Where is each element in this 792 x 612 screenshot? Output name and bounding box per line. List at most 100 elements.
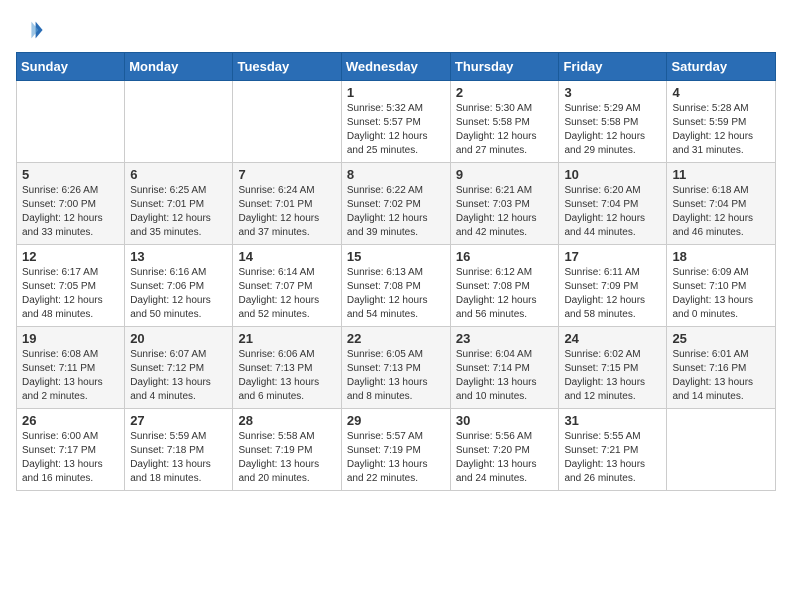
day-content: Sunrise: 5:28 AM Sunset: 5:59 PM Dayligh… xyxy=(672,102,770,158)
day-number: 12 xyxy=(22,249,119,264)
weekday-header-sunday: Sunday xyxy=(17,53,125,81)
calendar-cell: 11Sunrise: 6:18 AM Sunset: 7:04 PM Dayli… xyxy=(667,163,776,245)
calendar-cell: 19 Sunrise: 6:08 AM Sunset: 7:11 PM Dayli… xyxy=(17,327,125,409)
day-content: Sunrise: 6:17 AM Sunset: 7:05 PM Dayligh… xyxy=(22,266,119,322)
day-content: Sunrise: 5:55 AM Sunset: 7:21 PM Dayligh… xyxy=(564,430,661,486)
day-number: 24 xyxy=(564,331,661,346)
page-header xyxy=(16,16,776,44)
weekday-header-tuesday: Tuesday xyxy=(233,53,341,81)
calendar-cell: 22 Sunrise: 6:05 AM Sunset: 7:13 PM Dayli… xyxy=(341,327,450,409)
calendar-cell: 13 Sunrise: 6:16 AM Sunset: 7:06 PM Dayli… xyxy=(125,245,233,327)
day-number: 1 xyxy=(347,85,445,100)
calendar-week-3: 12 Sunrise: 6:17 AM Sunset: 7:05 PM Dayli… xyxy=(17,245,776,327)
calendar-cell xyxy=(17,81,125,163)
day-number: 17 xyxy=(564,249,661,264)
calendar-cell: 30 Sunrise: 5:56 AM Sunset: 7:20 PM Dayli… xyxy=(450,409,559,491)
day-content: Sunrise: 6:25 AM Sunset: 7:01 PM Dayligh… xyxy=(130,184,227,240)
calendar-cell: 1 Sunrise: 5:32 AM Sunset: 5:57 PM Daylig… xyxy=(341,81,450,163)
day-content: Sunrise: 5:30 AM Sunset: 5:58 PM Dayligh… xyxy=(456,102,554,158)
calendar-week-4: 19 Sunrise: 6:08 AM Sunset: 7:11 PM Dayli… xyxy=(17,327,776,409)
calendar-cell: 3 Sunrise: 5:29 AM Sunset: 5:58 PM Daylig… xyxy=(559,81,667,163)
day-content: Sunrise: 5:29 AM Sunset: 5:58 PM Dayligh… xyxy=(564,102,661,158)
weekday-header-wednesday: Wednesday xyxy=(341,53,450,81)
day-number: 25 xyxy=(672,331,770,346)
calendar-cell xyxy=(233,81,341,163)
day-content: Sunrise: 6:02 AM Sunset: 7:15 PM Dayligh… xyxy=(564,348,661,404)
day-number: 4 xyxy=(672,85,770,100)
logo-icon xyxy=(16,16,44,44)
logo xyxy=(16,16,48,44)
day-content: Sunrise: 6:04 AM Sunset: 7:14 PM Dayligh… xyxy=(456,348,554,404)
calendar-cell: 26 Sunrise: 6:00 AM Sunset: 7:17 PM Dayli… xyxy=(17,409,125,491)
calendar-cell: 29 Sunrise: 5:57 AM Sunset: 7:19 PM Dayli… xyxy=(341,409,450,491)
day-number: 29 xyxy=(347,413,445,428)
weekday-header-row: SundayMondayTuesdayWednesdayThursdayFrid… xyxy=(17,53,776,81)
day-content: Sunrise: 6:00 AM Sunset: 7:17 PM Dayligh… xyxy=(22,430,119,486)
day-content: Sunrise: 6:26 AM Sunset: 7:00 PM Dayligh… xyxy=(22,184,119,240)
day-content: Sunrise: 6:01 AM Sunset: 7:16 PM Dayligh… xyxy=(672,348,770,404)
calendar-cell: 21 Sunrise: 6:06 AM Sunset: 7:13 PM Dayli… xyxy=(233,327,341,409)
weekday-header-thursday: Thursday xyxy=(450,53,559,81)
day-content: Sunrise: 6:06 AM Sunset: 7:13 PM Dayligh… xyxy=(238,348,335,404)
calendar-cell: 12 Sunrise: 6:17 AM Sunset: 7:05 PM Dayli… xyxy=(17,245,125,327)
calendar-body: 1 Sunrise: 5:32 AM Sunset: 5:57 PM Daylig… xyxy=(17,81,776,491)
day-content: Sunrise: 6:12 AM Sunset: 7:08 PM Dayligh… xyxy=(456,266,554,322)
calendar-cell: 27 Sunrise: 5:59 AM Sunset: 7:18 PM Dayli… xyxy=(125,409,233,491)
calendar-cell: 9 Sunrise: 6:21 AM Sunset: 7:03 PM Daylig… xyxy=(450,163,559,245)
calendar-cell: 18 Sunrise: 6:09 AM Sunset: 7:10 PM Dayli… xyxy=(667,245,776,327)
calendar-cell: 6Sunrise: 6:25 AM Sunset: 7:01 PM Daylig… xyxy=(125,163,233,245)
day-number: 7 xyxy=(238,167,335,182)
day-number: 16 xyxy=(456,249,554,264)
calendar-cell: 17Sunrise: 6:11 AM Sunset: 7:09 PM Dayli… xyxy=(559,245,667,327)
day-content: Sunrise: 5:59 AM Sunset: 7:18 PM Dayligh… xyxy=(130,430,227,486)
day-number: 9 xyxy=(456,167,554,182)
day-content: Sunrise: 6:24 AM Sunset: 7:01 PM Dayligh… xyxy=(238,184,335,240)
calendar-cell: 4 Sunrise: 5:28 AM Sunset: 5:59 PM Daylig… xyxy=(667,81,776,163)
day-number: 23 xyxy=(456,331,554,346)
weekday-header-monday: Monday xyxy=(125,53,233,81)
day-number: 13 xyxy=(130,249,227,264)
day-number: 8 xyxy=(347,167,445,182)
day-number: 19 xyxy=(22,331,119,346)
calendar-cell: 10 Sunrise: 6:20 AM Sunset: 7:04 PM Dayli… xyxy=(559,163,667,245)
day-number: 30 xyxy=(456,413,554,428)
calendar-cell: 5 Sunrise: 6:26 AM Sunset: 7:00 PM Daylig… xyxy=(17,163,125,245)
day-number: 27 xyxy=(130,413,227,428)
day-content: Sunrise: 5:32 AM Sunset: 5:57 PM Dayligh… xyxy=(347,102,445,158)
calendar-cell: 28 Sunrise: 5:58 AM Sunset: 7:19 PM Dayli… xyxy=(233,409,341,491)
day-number: 22 xyxy=(347,331,445,346)
day-number: 15 xyxy=(347,249,445,264)
day-content: Sunrise: 6:13 AM Sunset: 7:08 PM Dayligh… xyxy=(347,266,445,322)
day-content: Sunrise: 6:14 AM Sunset: 7:07 PM Dayligh… xyxy=(238,266,335,322)
day-number: 3 xyxy=(564,85,661,100)
day-content: Sunrise: 6:22 AM Sunset: 7:02 PM Dayligh… xyxy=(347,184,445,240)
day-content: Sunrise: 6:18 AM Sunset: 7:04 PM Dayligh… xyxy=(672,184,770,240)
day-number: 5 xyxy=(22,167,119,182)
day-number: 28 xyxy=(238,413,335,428)
calendar-cell: 20 Sunrise: 6:07 AM Sunset: 7:12 PM Dayli… xyxy=(125,327,233,409)
day-content: Sunrise: 5:56 AM Sunset: 7:20 PM Dayligh… xyxy=(456,430,554,486)
day-content: Sunrise: 6:07 AM Sunset: 7:12 PM Dayligh… xyxy=(130,348,227,404)
day-content: Sunrise: 5:58 AM Sunset: 7:19 PM Dayligh… xyxy=(238,430,335,486)
day-number: 2 xyxy=(456,85,554,100)
day-content: Sunrise: 6:05 AM Sunset: 7:13 PM Dayligh… xyxy=(347,348,445,404)
day-content: Sunrise: 5:57 AM Sunset: 7:19 PM Dayligh… xyxy=(347,430,445,486)
calendar-cell: 31 Sunrise: 5:55 AM Sunset: 7:21 PM Dayli… xyxy=(559,409,667,491)
calendar-cell: 23 Sunrise: 6:04 AM Sunset: 7:14 PM Dayli… xyxy=(450,327,559,409)
day-content: Sunrise: 6:16 AM Sunset: 7:06 PM Dayligh… xyxy=(130,266,227,322)
day-number: 21 xyxy=(238,331,335,346)
day-number: 26 xyxy=(22,413,119,428)
day-number: 10 xyxy=(564,167,661,182)
calendar-cell xyxy=(667,409,776,491)
calendar-cell: 25 Sunrise: 6:01 AM Sunset: 7:16 PM Dayli… xyxy=(667,327,776,409)
day-content: Sunrise: 6:09 AM Sunset: 7:10 PM Dayligh… xyxy=(672,266,770,322)
day-content: Sunrise: 6:20 AM Sunset: 7:04 PM Dayligh… xyxy=(564,184,661,240)
weekday-header-saturday: Saturday xyxy=(667,53,776,81)
weekday-header-friday: Friday xyxy=(559,53,667,81)
calendar-cell xyxy=(125,81,233,163)
day-number: 18 xyxy=(672,249,770,264)
day-content: Sunrise: 6:08 AM Sunset: 7:11 PM Dayligh… xyxy=(22,348,119,404)
day-number: 20 xyxy=(130,331,227,346)
day-number: 31 xyxy=(564,413,661,428)
day-content: Sunrise: 6:21 AM Sunset: 7:03 PM Dayligh… xyxy=(456,184,554,240)
